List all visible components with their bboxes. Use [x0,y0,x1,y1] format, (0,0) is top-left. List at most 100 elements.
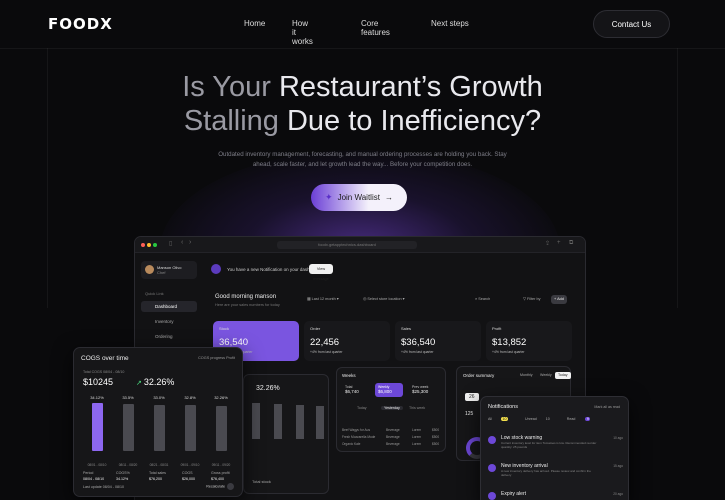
row-cell: Beverage [386,442,400,446]
notification-item[interactable]: Low stock warning Current inventory leve… [488,435,623,457]
notification-desc: A new inventory delivery has arrived. Pl… [501,469,591,477]
nav-link-how-it-works[interactable]: How it works [292,19,313,46]
cogs-bar-date: 09/01 - 09/10 [180,463,200,467]
row-cell: Lorem [412,442,422,446]
weeks-pill-prev[interactable]: Prev week $25,300 [409,383,437,397]
sidebar-item-dashboard[interactable]: Dashboard [141,301,197,312]
filter-button[interactable]: ▽ Filter by [523,295,541,304]
arrow-right-icon: → [384,193,393,202]
stat-card-sales[interactable]: Sales $36,540 +4% from last quarter [395,321,481,361]
view-message-button[interactable]: View message [309,264,333,281]
table-header: Gross profit [211,471,230,475]
tab-this-week[interactable]: This week [409,406,425,410]
cogs-bar-date: 08/11 - 08/20 [118,463,138,467]
notification-time: 15 ago [613,464,623,468]
mini-bar [296,405,304,439]
cogs-bar-group[interactable]: 34.12% 08/01 - 08/10 [87,395,107,467]
cogs-bar [123,404,134,451]
maximize-window-dot[interactable] [153,243,157,247]
stock-panel: 32.26% Total stock [243,374,329,494]
greeting-subtitle: Here are your sales numbers for today [215,303,280,307]
tab-read-label: Read [566,417,576,421]
nav-link-next-steps[interactable]: Next steps [431,19,469,28]
table-cell: $26,000 [182,477,195,481]
notification-item[interactable]: New inventory arrival A new inventory de… [488,463,623,485]
contact-us-button[interactable]: Contact Us [593,10,670,38]
add-button[interactable]: + Add [551,295,567,304]
headline-part: Is Your [182,71,279,103]
mini-bar [252,403,260,439]
notification-tabs: All 10 Unread 10 Read 9 [488,417,606,421]
search-input[interactable]: ⌕ Search [475,295,490,304]
notification-item[interactable]: Expiry alert 20 ago [488,491,623,500]
recalculate-button[interactable]: Recalculate [206,483,234,490]
tab-yesterday[interactable]: Yesterday [381,406,403,410]
user-profile[interactable]: Manson Olivo Chef [141,261,197,279]
filter-button-label: Filter by [526,297,541,301]
new-tab-icon[interactable]: + [557,240,561,246]
cogs-bar-chart: 34.12% 08/01 - 08/10 33.5% 08/11 - 08/20 33.… [82,395,237,467]
recalculate-label: Recalculate [206,484,225,489]
segment-today[interactable]: Today [555,372,571,379]
url-bar[interactable]: foodx.getapptechnics.dashboard [277,241,417,249]
minimize-window-dot[interactable] [147,243,151,247]
close-window-dot[interactable] [141,243,145,247]
cogs-panel: COGS over time COGS progress Profit Tota… [73,347,243,497]
stock-label: Total stock [252,479,271,484]
sidebar-toggle-icon[interactable]: ▯ [169,240,172,247]
nav-link-home[interactable]: Home [244,19,265,28]
segment-weekly[interactable]: Weekly [537,372,555,379]
weeks-pill-total[interactable]: Total $6,740 [342,383,370,397]
top-nav: FOODX Home How it works Core features Ne… [0,0,725,48]
cogs-bar-group[interactable]: 33.5% 08/11 - 08/20 [118,395,138,467]
row-cell: $500 [432,442,440,446]
cogs-total-label: Total COGS 08/04 - 08/10 [83,370,125,374]
headline-part: Stalling [183,105,287,137]
warning-icon [488,436,496,444]
table-row[interactable]: Fresh Mozzarella Mode Beverage Lorem $50… [342,435,439,439]
period-select[interactable]: ▦ Last 12 month ▾ [307,295,339,304]
hero-headline: Is Your Restaurant’s Growth Stalling Due… [0,70,725,138]
package-icon [488,464,496,472]
tabs-icon[interactable]: ⧉ [569,240,573,247]
location-select[interactable]: ◎ Select store location ▾ [363,295,405,304]
logo[interactable]: FOODX [48,15,113,33]
mini-bars [252,399,324,439]
headline-part: Due to Inefficiency? [286,105,542,137]
stat-card-order[interactable]: Order 22,456 +4% from last quarter [304,321,390,361]
location-select-label: Select store location [367,297,402,301]
segment-monthly[interactable]: Monthly [517,372,536,379]
stat-change: +4% from last quarter [401,350,434,354]
mini-bar [316,406,324,439]
nav-link-core-features[interactable]: Core features [361,19,390,37]
tab-all[interactable]: All 10 [488,417,516,421]
weeks-pill-weekly[interactable]: Weekly $6,800 [375,383,403,397]
table-header: Total sales [149,471,166,475]
row-cell: $500 [432,428,440,432]
back-icon[interactable]: ‹ [181,239,183,246]
sidebar-item-ordering[interactable]: Ordering [141,331,197,342]
cogs-bar-date: 09/11 - 09/20 [211,463,231,467]
cogs-bar [185,405,196,451]
stat-value: $13,852 [492,337,527,348]
tab-unread[interactable]: Unread 10 [525,417,558,421]
cogs-bar-group[interactable]: 33.0% 08/21 - 08/31 [149,395,169,467]
cogs-bar-label: 32.8% [184,395,196,400]
stat-card-profit[interactable]: Profit $13,852 +4% from last quarter [486,321,572,361]
bell-icon [211,264,221,274]
cogs-bar-group[interactable]: 32.26% 09/11 - 09/20 [211,395,231,467]
sidebar-item-inventory[interactable]: Inventory [141,316,197,327]
forward-icon[interactable]: › [189,239,191,246]
share-icon[interactable]: ⇪ [545,240,550,247]
weeks-panel: Weeks Total $6,740 Weekly $6,800 Prev we… [336,367,446,452]
cogs-selector[interactable]: COGS progress Profit [198,356,235,360]
table-row[interactable]: Beef Wagyu for Aus Beverage Lorem $500 [342,428,439,432]
mark-all-read-button[interactable]: Mark all as read [594,405,620,409]
cogs-bar-group[interactable]: 32.8% 09/01 - 09/10 [180,395,200,467]
tab-read[interactable]: Read 9 [567,417,599,421]
row-cell: $500 [432,435,440,439]
headline-part: Restaurant’s Growth [278,71,543,103]
table-row[interactable]: Organic Kale Beverage Lorem $500 [342,442,439,446]
join-waitlist-button[interactable]: ✦ Join Waitlist → [311,184,407,211]
tab-today[interactable]: Today [357,406,367,410]
